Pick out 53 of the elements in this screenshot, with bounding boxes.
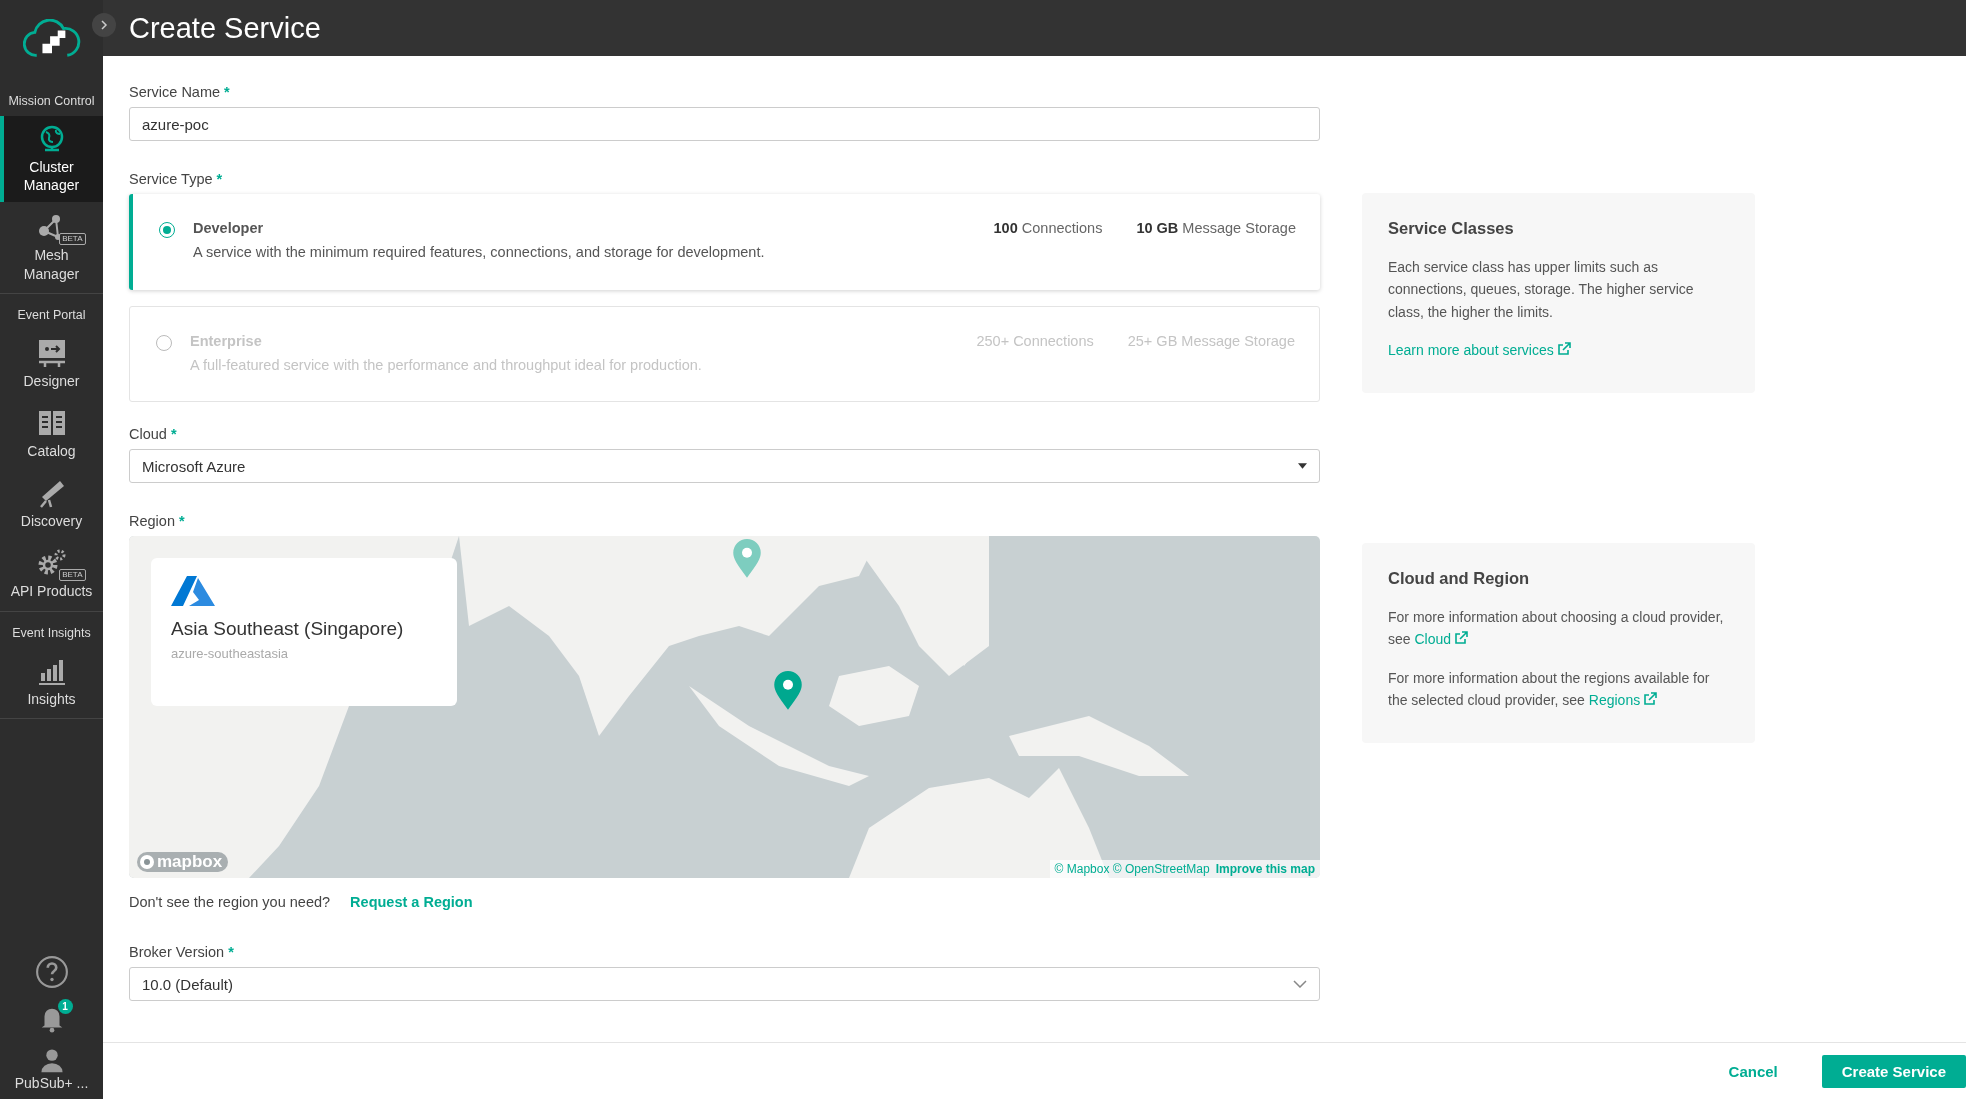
service-name-field[interactable]: azure-poc [129,107,1320,141]
panel-title: Service Classes [1388,219,1515,238]
beta-badge: BETA [59,568,86,582]
panel-text: For more information about choosing a cloud provider, see Cloud [1388,608,1725,650]
panel-text: Each service class has upper limits such as connections, queues, storage. The higher service class, the higher the limits. [1388,258,1695,322]
panel-title: Cloud and Region [1388,569,1531,588]
nav-item[interactable]: Cluster Manager [0,116,103,203]
map-attribution: © Mapbox © OpenStreetMap [1054,862,1210,876]
option-description: A service with the minimum required features, connections, and storage for development. [193,244,766,260]
option-description: A full-featured service with the performance and throughput ideal for production. [190,357,703,373]
field-label: Service Name * [129,84,231,100]
storage-limit: 25+ GB Message Storage [1127,333,1295,349]
service-type-option[interactable]: Developer 100 Connections 10 GB Message Storage A service with the minimum required features, connections, and storage for development. [129,194,1320,290]
nav-item[interactable]: Discovery [0,470,103,539]
panel-text: For more information about the regions available for the selected cloud provider, see Regions [1388,668,1711,711]
broker-version-dropdown[interactable]: 10.0 (Default) [129,967,1320,1001]
external-link-icon [1556,342,1571,357]
field-label: Broker Version * [129,944,235,960]
map-pin-icon [732,539,762,579]
field-label: Service Type * [129,171,224,187]
help-text: Don't see the region you need? [129,894,331,910]
triangle-logo-icon [171,576,215,606]
help-icon[interactable] [34,955,69,989]
expand-button[interactable] [92,13,116,37]
connections-limit: 250+ Connections [976,333,1094,349]
chevron-right-icon [99,20,109,30]
option-name: Developer [193,220,265,236]
map-logo: mapbox [137,852,229,872]
chevron-down-icon [1293,980,1307,988]
region-name: Asia Southeast (Singapore) [171,618,405,640]
nav-item[interactable]: Insights [0,647,103,716]
external-link-icon [1643,692,1658,707]
map-pin-icon [773,671,803,711]
section-label: Event Portal [16,306,87,324]
external-link-icon [1454,631,1469,646]
page-title: Create Service [129,11,321,45]
connections-limit: 100 Connections [993,220,1103,236]
beta-badge: BETA [59,233,86,246]
cloud-dropdown[interactable]: Microsoft Azure [129,449,1320,483]
nav-item[interactable]: Designer [0,329,103,398]
nav-item[interactable]: Catalog [0,399,103,469]
nav-item[interactable]: BETA Mesh Manager [0,204,103,291]
field-label: Cloud * [129,426,178,442]
user-menu[interactable]: PubSub+ ... [14,1047,89,1091]
nav-item[interactable]: BETA API Products [0,540,103,609]
section-label: Mission Control [7,93,96,110]
notification-badge: 1 [57,999,73,1014]
dropdown-arrow-icon [1298,463,1307,469]
section-label: Event Insights [11,624,92,642]
region-id: azure-southeastasia [171,646,290,661]
option-name: Enterprise [190,333,263,349]
field-label: Region * [129,513,186,529]
storage-limit: 10 GB Message Storage [1136,220,1296,236]
